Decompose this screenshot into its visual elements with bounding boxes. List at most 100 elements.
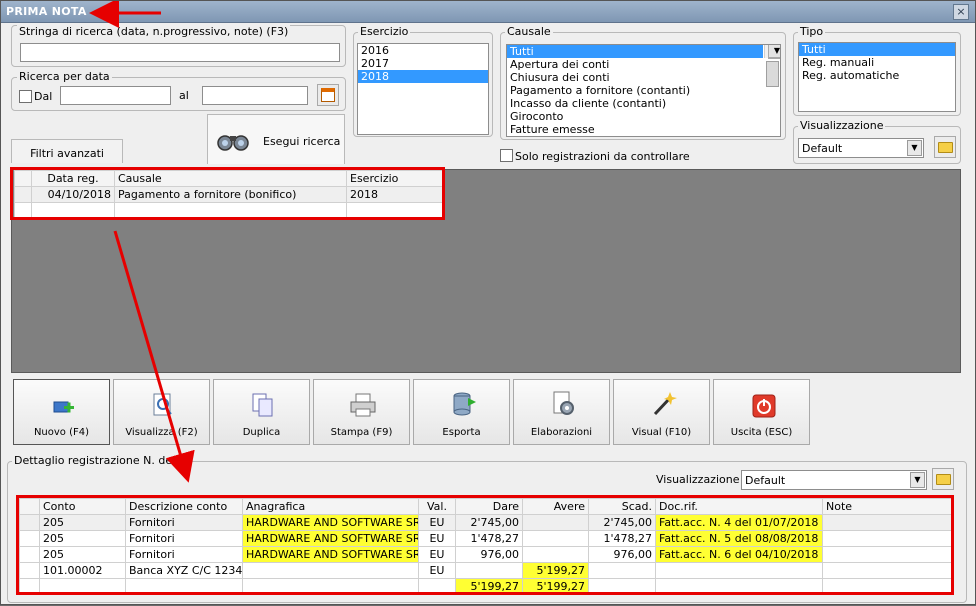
search-input[interactable] bbox=[20, 43, 340, 62]
list-item[interactable]: Apertura dei conti bbox=[507, 58, 780, 71]
col-header[interactable]: Note bbox=[822, 498, 951, 515]
list-item[interactable]: Reg. automatiche bbox=[799, 69, 955, 82]
col-header[interactable]: Esercizio bbox=[346, 170, 442, 187]
tipo-list[interactable]: Tutti Reg. manuali Reg. automatiche bbox=[798, 42, 956, 112]
list-item[interactable]: 2016 bbox=[358, 44, 488, 57]
list-item[interactable]: 2017 bbox=[358, 57, 488, 70]
row-selector[interactable] bbox=[19, 530, 40, 547]
col-header[interactable]: Scad. bbox=[588, 498, 656, 515]
cell-dare: 1'478,27 bbox=[455, 530, 523, 547]
row-selector[interactable] bbox=[19, 514, 40, 531]
list-item[interactable]: Reg. manuali bbox=[799, 56, 955, 69]
cell-descrizione: Fornitori bbox=[125, 530, 243, 547]
cell-dare: 976,00 bbox=[455, 546, 523, 563]
list-item[interactable]: Giroconto bbox=[507, 110, 780, 123]
duplica-button[interactable]: Duplica bbox=[213, 379, 310, 445]
table-row[interactable]: 205 Fornitori HARDWARE AND SOFTWARE SRL … bbox=[19, 530, 951, 547]
folder-button[interactable] bbox=[934, 136, 956, 158]
chevron-down-icon[interactable]: ▼ bbox=[910, 472, 925, 488]
list-item[interactable]: Incasso da cliente (contanti) bbox=[507, 97, 780, 110]
esporta-button[interactable]: Esporta bbox=[413, 379, 510, 445]
visualizzazione-top-group: Visualizzazione Default ▼ bbox=[793, 119, 961, 164]
cell-note bbox=[822, 546, 951, 563]
cell-conto: 205 bbox=[39, 530, 126, 547]
cell-valuta: EU bbox=[418, 530, 456, 547]
row-selector[interactable] bbox=[19, 562, 40, 579]
detail-visualizzazione-select[interactable]: Default ▼ bbox=[741, 470, 927, 490]
power-icon bbox=[752, 394, 776, 418]
cell-docrif bbox=[655, 562, 823, 579]
list-item[interactable]: Chiusura dei conti bbox=[507, 71, 780, 84]
cell-valuta: EU bbox=[418, 546, 456, 563]
col-header[interactable]: Avere bbox=[522, 498, 589, 515]
causale-legend: Causale bbox=[505, 25, 553, 38]
list-item[interactable]: Pagamento a fornitore (contanti) bbox=[507, 84, 780, 97]
table-row[interactable]: 205 Fornitori HARDWARE AND SOFTWARE SRL … bbox=[19, 514, 951, 531]
scroll-thumb[interactable] bbox=[766, 61, 779, 87]
col-header[interactable]: Doc.rif. bbox=[655, 498, 823, 515]
cell-causale: Pagamento a fornitore (bonifico) bbox=[114, 186, 347, 203]
nuovo-button[interactable]: Nuovo (F4) bbox=[13, 379, 110, 445]
col-header[interactable]: Descrizione conto bbox=[125, 498, 243, 515]
elaborazioni-button[interactable]: Elaborazioni bbox=[513, 379, 610, 445]
search-label: Stringa di ricerca (data, n.progressivo,… bbox=[17, 25, 291, 38]
cell-anagrafica: HARDWARE AND SOFTWARE SRL bbox=[242, 514, 419, 531]
cell-docrif: Fatt.acc. N. 6 del 04/10/2018 bbox=[655, 546, 823, 563]
date-to-input[interactable] bbox=[202, 86, 308, 105]
detail-folder-button[interactable] bbox=[932, 468, 954, 490]
calendar-button[interactable] bbox=[317, 84, 339, 106]
detail-grid[interactable]: Conto Descrizione conto Anagrafica Val. … bbox=[19, 498, 951, 594]
chevron-down-icon[interactable]: ▼ bbox=[907, 140, 922, 156]
col-header[interactable]: Dare bbox=[455, 498, 523, 515]
visualizza-button[interactable]: Visualizza (F2) bbox=[113, 379, 210, 445]
col-header[interactable]: Conto bbox=[39, 498, 126, 515]
list-item[interactable]: Fatture emesse bbox=[507, 123, 780, 136]
list-item[interactable]: Tutti bbox=[799, 43, 955, 56]
uscita-button[interactable]: Uscita (ESC) bbox=[713, 379, 810, 445]
causale-scrollbar[interactable]: ▲ ▼ bbox=[764, 45, 780, 87]
detail-legend: Dettaglio registrazione N. del bbox=[12, 454, 178, 467]
cell-avere bbox=[522, 514, 589, 531]
causale-group: Causale Tutti Apertura dei conti Chiusur… bbox=[500, 25, 786, 140]
row-selector[interactable] bbox=[19, 546, 40, 563]
totals-row: 5'199,27 5'199,27 bbox=[19, 578, 951, 594]
cell-anagrafica bbox=[242, 562, 419, 579]
cell-note bbox=[822, 530, 951, 547]
esercizio-legend: Esercizio bbox=[358, 25, 411, 38]
esegui-ricerca-button[interactable]: Esegui ricerca bbox=[207, 114, 345, 164]
dal-checkbox[interactable] bbox=[19, 90, 32, 103]
list-item[interactable]: Tutti bbox=[507, 45, 763, 58]
close-button[interactable]: × bbox=[953, 4, 969, 20]
stampa-button[interactable]: Stampa (F9) bbox=[313, 379, 410, 445]
visual-button[interactable]: Visual (F10) bbox=[613, 379, 710, 445]
results-grid[interactable]: Data reg. Causale Esercizio 04/10/2018 P… bbox=[14, 170, 442, 218]
col-header[interactable]: Causale bbox=[114, 170, 347, 187]
col-header[interactable]: Anagrafica bbox=[242, 498, 419, 515]
binoculars-icon bbox=[217, 135, 249, 151]
esercizio-list[interactable]: 2016 2017 2018 bbox=[357, 43, 489, 135]
date-from-input[interactable] bbox=[60, 86, 171, 105]
list-item[interactable]: 2018 bbox=[358, 70, 488, 83]
col-header[interactable]: Data reg. bbox=[31, 170, 115, 187]
cell-scadenza bbox=[588, 562, 656, 579]
scroll-down-icon[interactable]: ▼ bbox=[768, 45, 780, 58]
cell-valuta: EU bbox=[418, 514, 456, 531]
cell-descrizione: Fornitori bbox=[125, 546, 243, 563]
tab-filtri-avanzati[interactable]: Filtri avanzati bbox=[11, 139, 123, 163]
cell-docrif: Fatt.acc. N. 5 del 08/08/2018 bbox=[655, 530, 823, 547]
visualizzazione-top-select[interactable]: Default ▼ bbox=[798, 138, 924, 158]
cell-scadenza: 976,00 bbox=[588, 546, 656, 563]
table-row[interactable]: 101.00002 Banca XYZ C/C 123456 EU 5'199,… bbox=[19, 562, 951, 579]
cell-anagrafica: HARDWARE AND SOFTWARE SRL bbox=[242, 546, 419, 563]
causale-list[interactable]: Tutti Apertura dei conti Chiusura dei co… bbox=[506, 44, 781, 137]
cell-anagrafica: HARDWARE AND SOFTWARE SRL bbox=[242, 530, 419, 547]
col-header[interactable]: Val. bbox=[418, 498, 456, 515]
table-row[interactable]: 205 Fornitori HARDWARE AND SOFTWARE SRL … bbox=[19, 546, 951, 563]
solo-controllare-checkbox[interactable] bbox=[500, 149, 513, 162]
table-row[interactable]: 04/10/2018 Pagamento a fornitore (bonifi… bbox=[14, 186, 442, 203]
row-selector[interactable] bbox=[14, 186, 32, 203]
table-row[interactable] bbox=[14, 202, 442, 218]
cell-data: 04/10/2018 bbox=[31, 186, 115, 203]
view-document-icon bbox=[153, 393, 172, 416]
prima-nota-window: PRIMA NOTA × Stringa di ricerca (data, n… bbox=[0, 0, 976, 605]
